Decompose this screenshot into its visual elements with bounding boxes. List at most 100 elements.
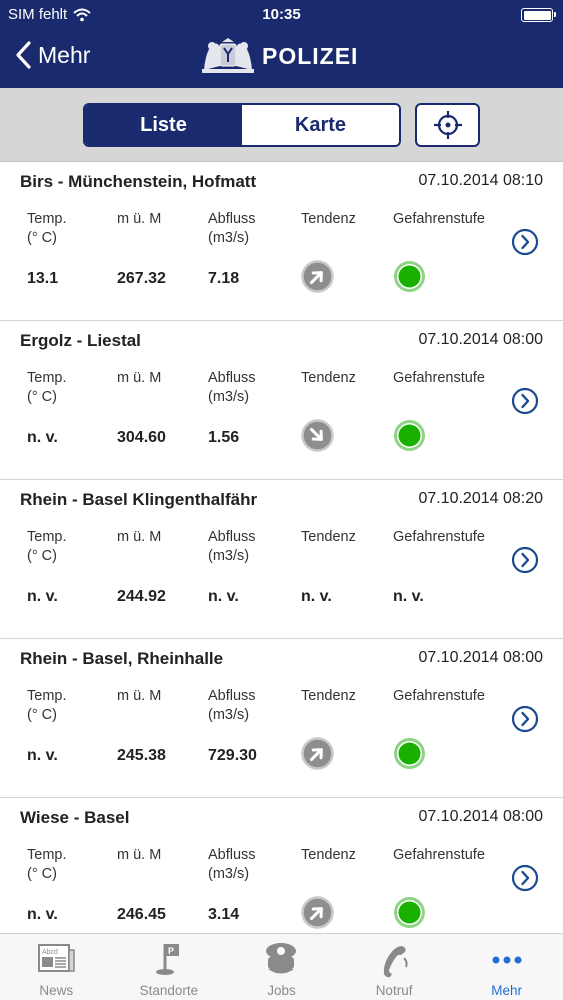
station-row[interactable]: Ergolz - Liestal 07.10.2014 08:00 Temp.(… (0, 321, 563, 480)
temp-label: Temp. (° C) (27, 370, 67, 405)
crosshair-icon (433, 111, 462, 139)
trend-label: Tendenz (301, 529, 356, 545)
station-name: Birs - Münchenstein, Hofmatt (20, 172, 257, 191)
trend-label: Tendenz (301, 688, 356, 704)
danger-label: Gefahrenstufe (393, 211, 485, 227)
temp-value: n. v. (27, 906, 58, 923)
temp-label: Temp. (° C) (27, 847, 67, 882)
height-value: 246.45 (117, 906, 166, 923)
station-name: Rhein - Basel, Rheinhalle (20, 649, 224, 668)
trend-value: n. v. (301, 588, 332, 605)
tab-label: News (39, 983, 74, 998)
tab-standorte[interactable]: P Standorte (113, 934, 226, 1000)
segment-list[interactable]: Liste (85, 105, 242, 145)
danger-value: n. v. (393, 588, 424, 605)
chevron-right-circle-icon[interactable] (511, 546, 539, 574)
height-label: m ü. M (117, 688, 162, 704)
station-name: Wiese - Basel (20, 808, 130, 827)
station-row[interactable]: Birs - Münchenstein, Hofmatt 07.10.2014 … (0, 162, 563, 321)
flow-label: Abfluss (m3/s) (208, 529, 256, 564)
temp-label: Temp. (° C) (27, 529, 67, 564)
flow-value: 1.56 (208, 429, 240, 446)
flow-label: Abfluss (m3/s) (208, 688, 256, 723)
trend-up-icon (301, 737, 334, 770)
tab-bar: Abcd News P Standorte Jobs Notruf Mehr (0, 933, 563, 1000)
trend-up-icon (301, 896, 334, 929)
trend-label: Tendenz (301, 847, 356, 863)
chevron-right-circle-icon[interactable] (511, 228, 539, 256)
brand: POLIZEI (200, 36, 358, 76)
tab-label: Notruf (375, 983, 413, 998)
danger-label: Gefahrenstufe (393, 688, 485, 704)
station-datetime: 07.10.2014 08:00 (418, 808, 543, 825)
flow-label: Abfluss (m3/s) (208, 847, 256, 882)
height-value: 244.92 (117, 588, 166, 605)
danger-level-green-icon (394, 897, 425, 928)
locate-button[interactable] (415, 103, 480, 147)
height-label: m ü. M (117, 211, 162, 227)
trend-down-icon (301, 419, 334, 452)
tab-mehr[interactable]: Mehr (450, 934, 563, 1000)
location-flag-icon: P (155, 944, 179, 975)
station-datetime: 07.10.2014 08:20 (418, 490, 543, 507)
trend-label: Tendenz (301, 211, 356, 227)
temp-value: 13.1 (27, 270, 59, 287)
flow-value: n. v. (208, 588, 239, 605)
flow-label: Abfluss (m3/s) (208, 370, 256, 405)
station-name: Ergolz - Liestal (20, 331, 141, 350)
trend-up-icon (301, 260, 334, 293)
nav-bar: Mehr POLIZEI (0, 30, 563, 88)
temp-label: Temp. (° C) (27, 211, 67, 246)
flow-value: 3.14 (208, 906, 240, 923)
tab-notruf[interactable]: Notruf (338, 934, 451, 1000)
chevron-left-icon (16, 41, 31, 69)
more-dots-icon (492, 956, 522, 964)
svg-text:Abcd: Abcd (42, 949, 58, 956)
temp-value: n. v. (27, 429, 58, 446)
height-value: 245.38 (117, 747, 166, 764)
back-button[interactable]: Mehr (14, 40, 90, 70)
newspaper-icon: Abcd (38, 944, 76, 972)
app-title: POLIZEI (262, 42, 359, 69)
height-value: 304.60 (117, 429, 166, 446)
station-datetime: 07.10.2014 08:00 (418, 649, 543, 666)
battery-icon (521, 8, 556, 22)
view-switch-bar: Liste Karte (0, 88, 563, 162)
danger-label: Gefahrenstufe (393, 847, 485, 863)
danger-label: Gefahrenstufe (393, 370, 485, 386)
chevron-right-circle-icon[interactable] (511, 864, 539, 892)
top-bar: SIM fehlt 10:35 Mehr POLIZEI (0, 0, 563, 88)
danger-level-green-icon (394, 420, 425, 451)
station-row[interactable]: Rhein - Basel Klingenthalfähr 07.10.2014… (0, 480, 563, 639)
danger-level-green-icon (394, 261, 425, 292)
temp-label: Temp. (° C) (27, 688, 67, 723)
station-row[interactable]: Rhein - Basel, Rheinhalle 07.10.2014 08:… (0, 639, 563, 798)
flow-label: Abfluss (m3/s) (208, 211, 256, 246)
tab-label: Mehr (491, 983, 523, 998)
temp-value: n. v. (27, 588, 58, 605)
chevron-right-circle-icon[interactable] (511, 705, 539, 733)
svg-text:P: P (168, 946, 174, 956)
chevron-right-circle-icon[interactable] (511, 387, 539, 415)
station-datetime: 07.10.2014 08:10 (418, 172, 543, 189)
status-time: 10:35 (262, 6, 301, 23)
flow-value: 7.18 (208, 270, 240, 287)
tab-news[interactable]: Abcd News (0, 934, 113, 1000)
police-crest-logo (202, 38, 254, 73)
danger-label: Gefahrenstufe (393, 529, 485, 545)
status-bar: SIM fehlt 10:35 (0, 0, 563, 30)
back-label: Mehr (38, 41, 91, 68)
temp-value: n. v. (27, 747, 58, 764)
station-row[interactable]: Wiese - Basel 07.10.2014 08:00 Temp. (° C… (0, 798, 563, 933)
tab-label: Standorte (139, 983, 199, 998)
height-value: 267.32 (117, 270, 166, 287)
height-label: m ü. M (117, 847, 162, 863)
height-label: m ü. M (117, 529, 162, 545)
station-list: Birs - Münchenstein, Hofmatt 07.10.2014 … (0, 162, 563, 933)
tab-jobs[interactable]: Jobs (225, 934, 338, 1000)
trend-label: Tendenz (301, 370, 356, 386)
segment-map[interactable]: Karte (242, 105, 399, 145)
list-map-segmented-control: Liste Karte (83, 103, 401, 147)
phone-icon (383, 946, 408, 978)
flow-value: 729.30 (208, 747, 257, 764)
